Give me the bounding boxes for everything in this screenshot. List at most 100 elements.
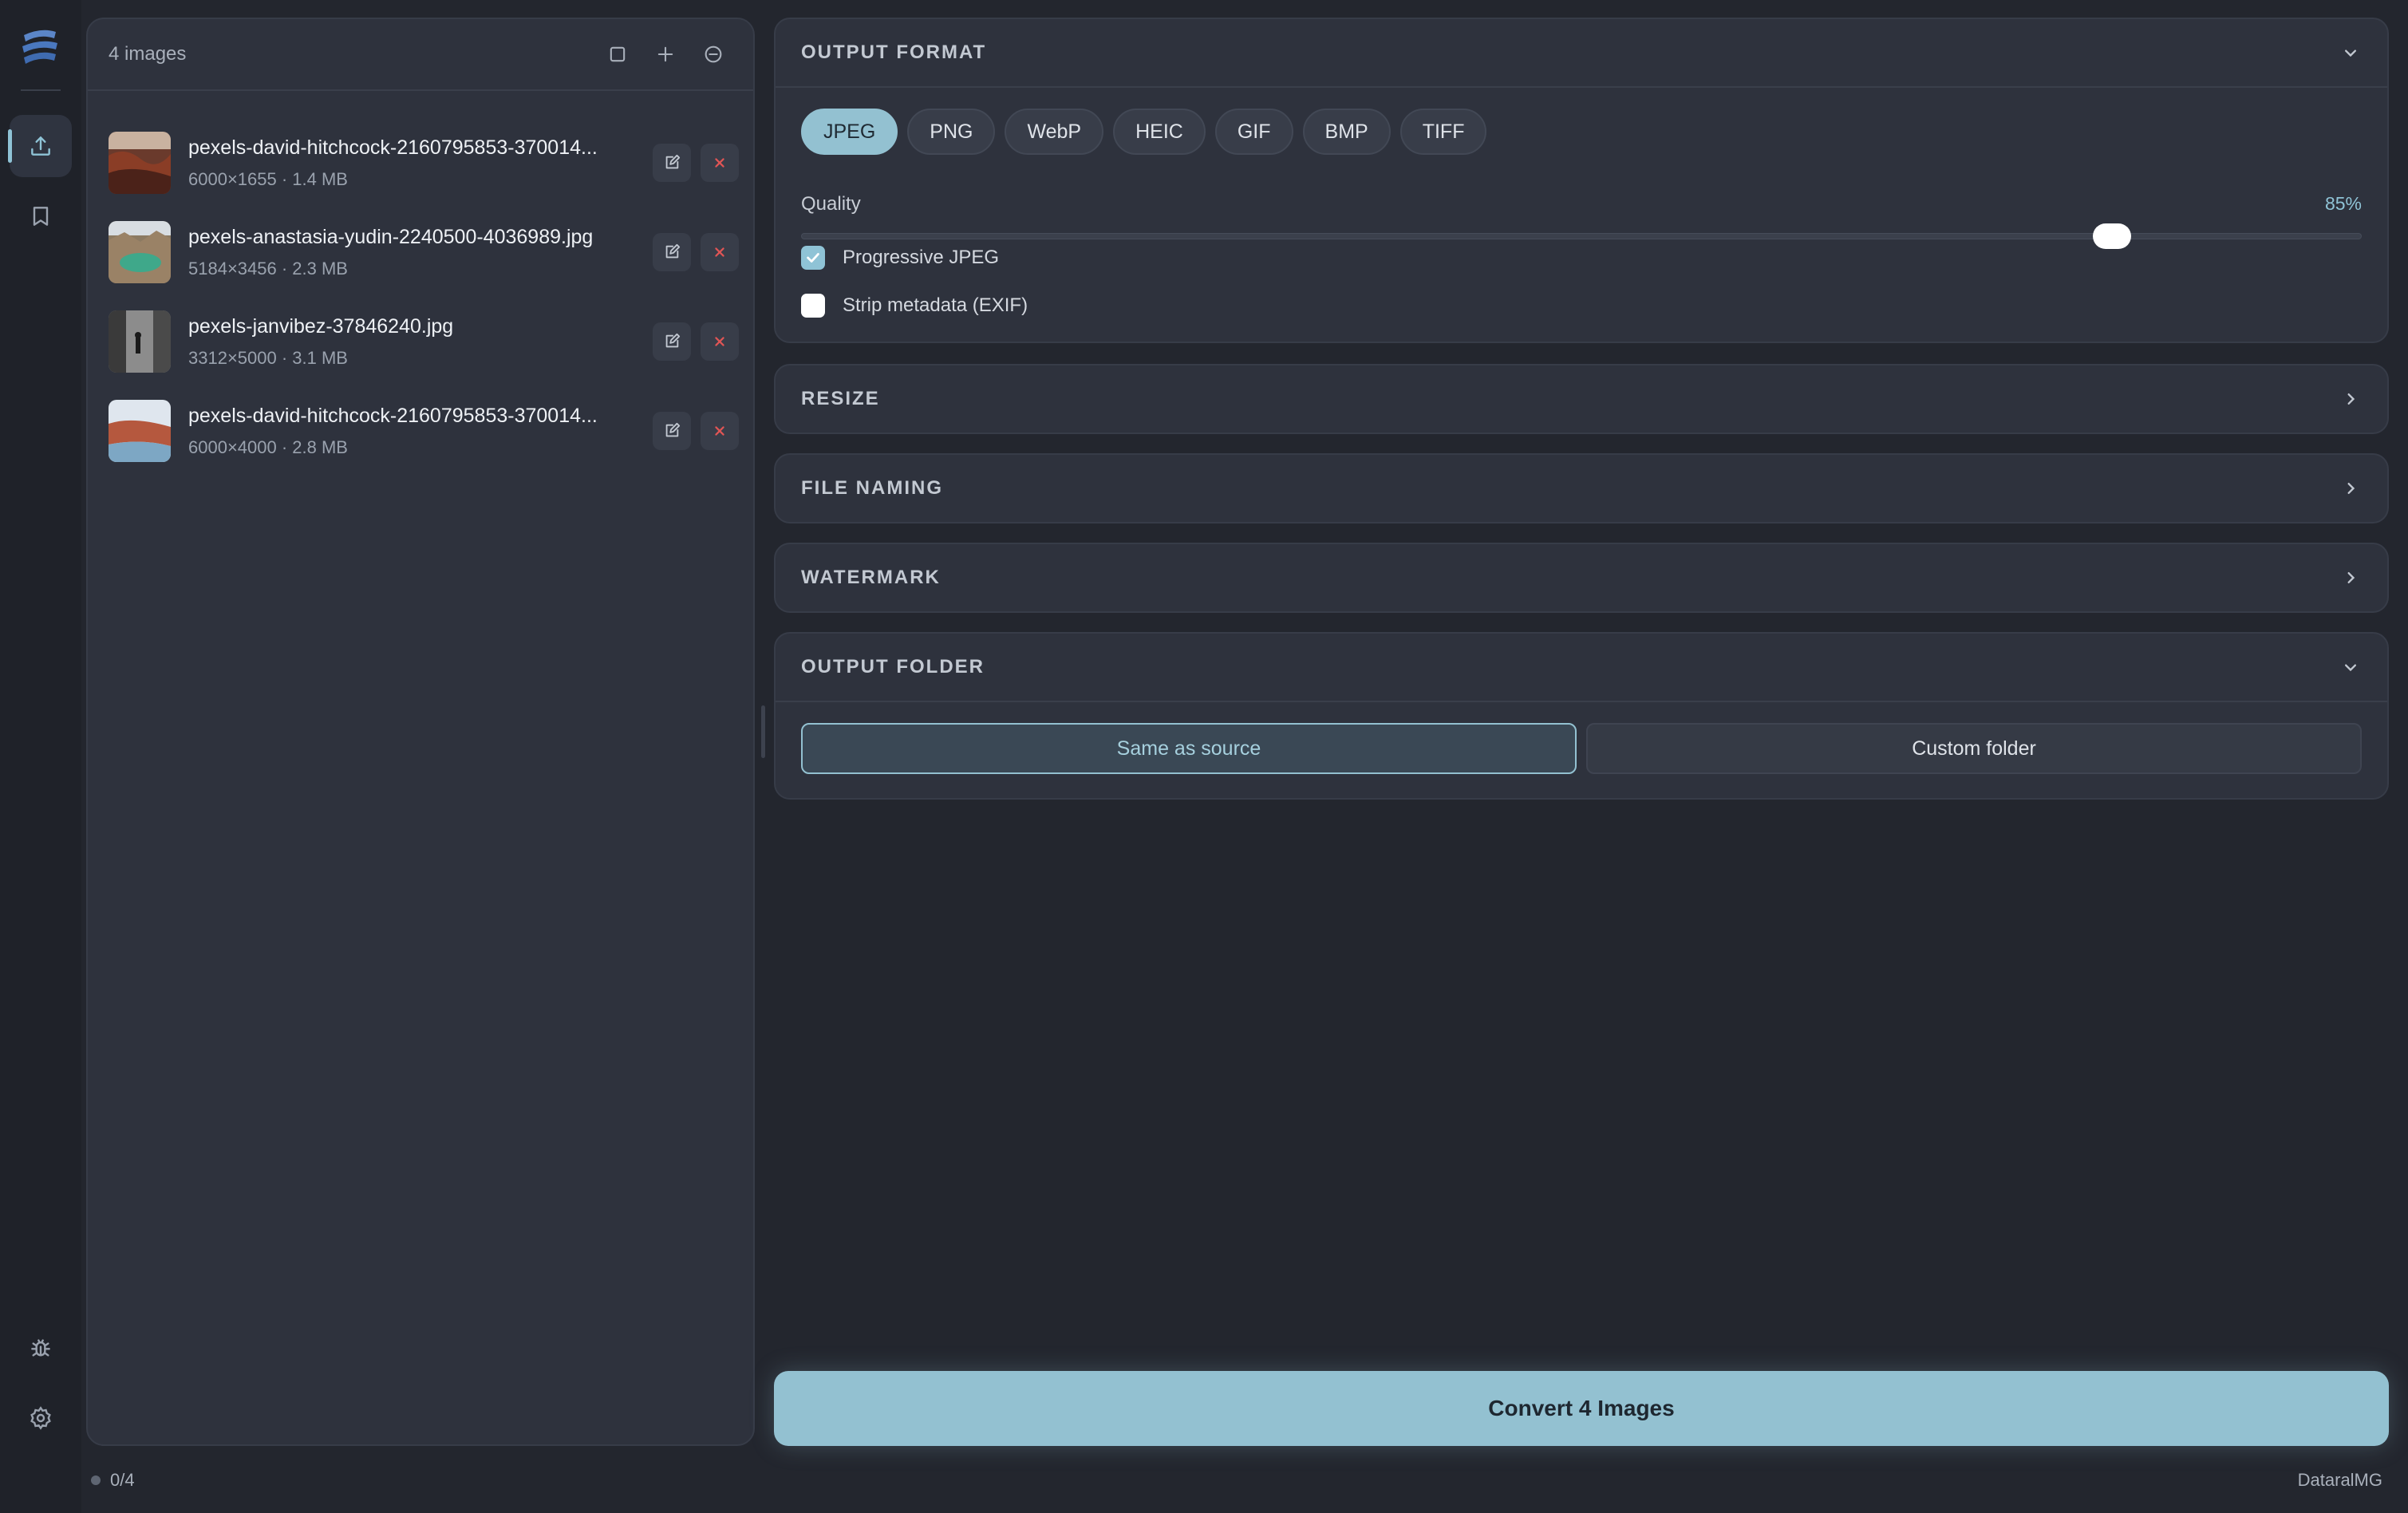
- edit-file-button[interactable]: [653, 144, 691, 182]
- file-naming-header[interactable]: FILE NAMING: [776, 455, 2387, 522]
- edit-file-button[interactable]: [653, 322, 691, 361]
- clear-all-button[interactable]: [694, 35, 732, 73]
- checkbox-square-icon: [610, 46, 626, 62]
- section-title: OUTPUT FOLDER: [801, 656, 985, 677]
- custom-folder-button[interactable]: Custom folder: [1586, 723, 2362, 774]
- image-count: 4 images: [109, 43, 187, 65]
- minus-circle-icon: [705, 45, 722, 63]
- format-heic[interactable]: HEIC: [1113, 109, 1206, 155]
- remove-file-button[interactable]: [701, 144, 739, 182]
- quality-value: 85%: [2324, 193, 2362, 214]
- edit-file-button[interactable]: [653, 233, 691, 271]
- format-png[interactable]: PNG: [907, 109, 996, 155]
- progressive-checkbox[interactable]: [801, 246, 825, 270]
- thumbnail-image: [109, 400, 171, 462]
- close-icon: [715, 158, 724, 168]
- checkmark-icon: [807, 253, 819, 263]
- output-folder-section: OUTPUT FOLDER Same as source Custom fold…: [774, 632, 2389, 800]
- file-naming-section[interactable]: FILE NAMING: [774, 453, 2389, 523]
- section-divider: [776, 86, 2387, 88]
- edit-file-button[interactable]: [653, 412, 691, 450]
- section-title: RESIZE: [801, 388, 880, 409]
- file-meta: 3312×5000 · 3.1 MB: [188, 347, 348, 368]
- app-logo-icon: [22, 30, 57, 64]
- format-selector: JPEG PNG WebP HEIC GIF BMP TIFF: [801, 109, 1496, 155]
- edit-icon: [665, 154, 681, 169]
- chevron-down-icon: [2345, 664, 2356, 672]
- edit-icon: [665, 333, 681, 348]
- status-dot: [91, 1475, 101, 1485]
- format-jpeg[interactable]: JPEG: [801, 109, 898, 155]
- nav-rail: [0, 0, 81, 1513]
- file-row[interactable]: pexels-janvibez-37846240.jpg 3312×5000 · …: [109, 305, 739, 378]
- file-meta: 6000×4000 · 2.8 MB: [188, 437, 348, 457]
- edit-icon: [665, 422, 681, 437]
- select-all-button[interactable]: [598, 35, 637, 73]
- quality-slider[interactable]: [801, 214, 2362, 259]
- file-name: pexels-david-hitchcock-2160795853-370014…: [188, 404, 598, 427]
- file-meta: 6000×1655 · 1.4 MB: [188, 168, 348, 189]
- remove-file-button[interactable]: [701, 233, 739, 271]
- format-tiff[interactable]: TIFF: [1399, 109, 1487, 155]
- format-gif[interactable]: GIF: [1214, 109, 1293, 155]
- strip-metadata-label: Strip metadata (EXIF): [843, 294, 1028, 316]
- resize-section[interactable]: RESIZE: [774, 364, 2389, 434]
- close-icon: [715, 247, 724, 257]
- section-title: OUTPUT FORMAT: [801, 41, 987, 63]
- quality-label: Quality: [801, 193, 861, 215]
- status-bar: 0/4: [91, 1470, 135, 1491]
- chevron-down-icon: [2345, 49, 2356, 57]
- chevron-right-icon: [2347, 393, 2355, 405]
- format-bmp[interactable]: BMP: [1302, 109, 1391, 155]
- chevron-right-icon: [2347, 572, 2355, 583]
- strip-metadata-option[interactable]: Strip metadata (EXIF): [801, 294, 1028, 318]
- chevron-right-icon: [2347, 483, 2355, 494]
- file-row[interactable]: pexels-david-hitchcock-2160795853-370014…: [109, 394, 739, 468]
- close-icon: [715, 426, 724, 436]
- bookmark-icon: [33, 207, 49, 226]
- bug-icon: [31, 1339, 50, 1357]
- file-name: pexels-anastasia-yudin-2240500-4036989.j…: [188, 225, 594, 248]
- nav-debug-button[interactable]: [10, 1317, 72, 1379]
- nav-settings-button[interactable]: [10, 1387, 72, 1449]
- section-divider: [776, 701, 2387, 702]
- gear-icon: [30, 1406, 51, 1430]
- output-format-header[interactable]: OUTPUT FORMAT: [776, 19, 2387, 86]
- upload-icon: [31, 136, 50, 156]
- file-row[interactable]: pexels-david-hitchcock-2160795853-370014…: [109, 126, 739, 199]
- nav-convert-button[interactable]: [8, 115, 72, 177]
- plus-icon: [657, 46, 673, 62]
- file-meta: 5184×3456 · 2.3 MB: [188, 258, 348, 279]
- nav-presets-button[interactable]: [10, 185, 72, 247]
- progressive-jpeg-option[interactable]: Progressive JPEG: [801, 246, 999, 270]
- watermark-header[interactable]: WATERMARK: [776, 544, 2387, 611]
- file-name: pexels-janvibez-37846240.jpg: [188, 314, 454, 338]
- panel-resize-handle[interactable]: [761, 705, 765, 758]
- thumbnail-image: [109, 221, 171, 283]
- remove-file-button[interactable]: [701, 322, 739, 361]
- section-title: FILE NAMING: [801, 477, 943, 499]
- file-name: pexels-david-hitchcock-2160795853-370014…: [188, 136, 598, 159]
- progress-count: 0/4: [110, 1470, 135, 1490]
- file-list-panel: 4 images pexels-david-hitchcock-21607958…: [86, 18, 755, 1446]
- output-folder-options: Same as source Custom folder: [801, 723, 2362, 774]
- remove-file-button[interactable]: [701, 412, 739, 450]
- resize-header[interactable]: RESIZE: [776, 365, 2387, 433]
- add-images-button[interactable]: [646, 35, 685, 73]
- watermark-section[interactable]: WATERMARK: [774, 543, 2389, 613]
- file-list-header: 4 images: [88, 19, 753, 91]
- file-row[interactable]: pexels-anastasia-yudin-2240500-4036989.j…: [109, 215, 739, 289]
- brand-label: DataralMG: [2297, 1470, 2382, 1490]
- rail-divider: [21, 89, 61, 91]
- convert-button[interactable]: Convert 4 Images: [774, 1371, 2389, 1446]
- close-icon: [715, 337, 724, 346]
- progressive-label: Progressive JPEG: [843, 247, 1000, 268]
- edit-icon: [665, 243, 681, 259]
- thumbnail-image: [109, 132, 171, 194]
- output-folder-header[interactable]: OUTPUT FOLDER: [776, 634, 2387, 701]
- strip-metadata-checkbox[interactable]: [801, 294, 825, 318]
- slider-thumb[interactable]: [2093, 223, 2132, 249]
- output-format-section: OUTPUT FORMAT JPEG PNG WebP HEIC GIF BMP…: [774, 18, 2389, 343]
- format-webp[interactable]: WebP: [1005, 109, 1104, 155]
- same-as-source-button[interactable]: Same as source: [801, 723, 1577, 774]
